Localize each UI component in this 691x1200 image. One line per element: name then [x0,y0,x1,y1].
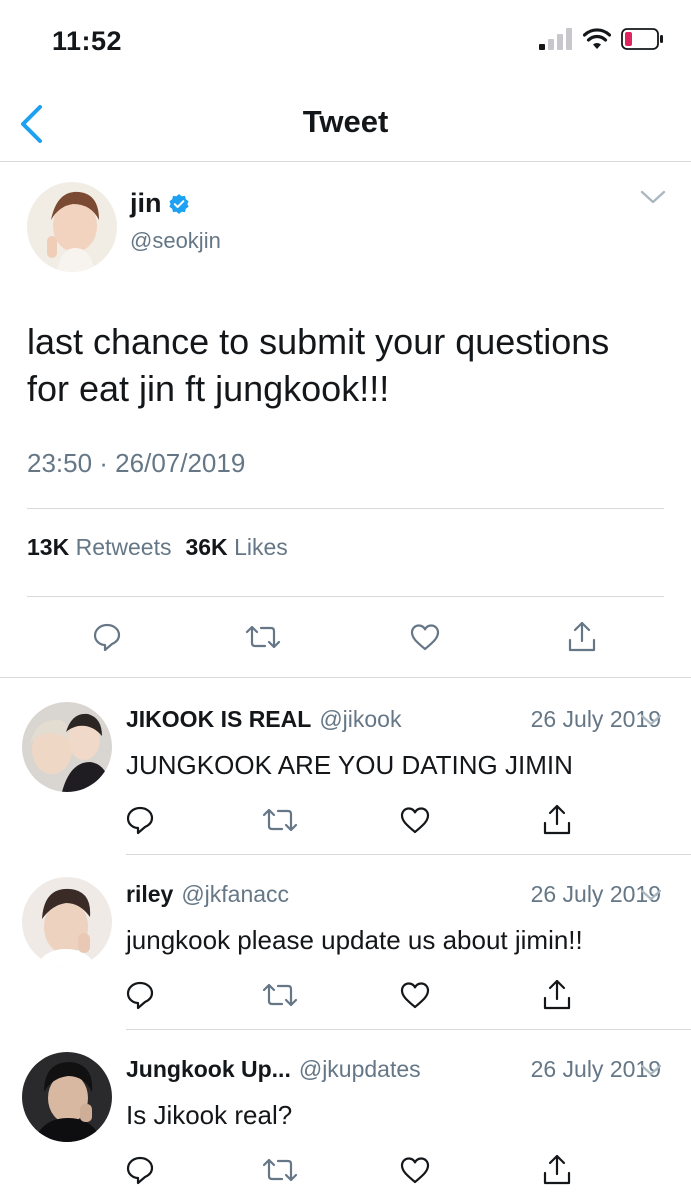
signal-icon [539,28,572,50]
reply-author-handle[interactable]: @jikook [319,706,401,732]
avatar[interactable] [22,1052,112,1142]
reply-button[interactable] [87,617,127,657]
verified-badge-icon [168,193,189,214]
tweet-stats: 13K Retweets 36K Likes [27,534,288,561]
avatar[interactable] [22,877,112,967]
page-title: Tweet [302,104,389,139]
like-button[interactable] [395,1150,435,1190]
tweet-text: last chance to submit your questions for… [27,318,667,412]
status-icons [539,28,663,50]
share-button[interactable] [562,617,602,657]
reply-author-name[interactable]: JIKOOK IS REAL [126,706,311,732]
wifi-icon [583,28,611,49]
like-icon [410,624,440,651]
like-icon [400,1157,430,1184]
likes-count: 36K [185,534,228,560]
tweet-options-button[interactable] [639,712,663,733]
reply-author-handle[interactable]: @jkupdates [299,1056,421,1082]
divider [27,596,664,597]
retweet-icon [262,808,298,832]
tweet-text-line: last chance to submit your questions [27,321,610,362]
retweet-button[interactable] [260,975,300,1015]
author-handle[interactable]: @seokjin [130,228,221,254]
status-bar: 11:52 [0,0,691,88]
reply-author-handle[interactable]: @jkfanacc [181,881,289,907]
reply-action-bar [0,1150,691,1190]
like-button[interactable] [395,975,435,1015]
reply-text: jungkook please update us about jimin!! [126,925,583,955]
avatar[interactable] [27,182,117,272]
main-tweet: jin @seokjin last chance to submit your … [0,162,691,678]
like-icon [400,982,430,1009]
status-time: 11:52 [52,26,123,56]
tweet-text-line: for eat jin ft jungkook!!! [27,368,390,409]
share-icon [543,804,571,835]
tweet-options-button[interactable] [639,188,667,211]
tweet-action-bar [0,617,691,657]
retweets-label: Retweets [75,534,172,560]
divider [27,508,664,509]
retweet-icon [245,625,281,649]
reply-icon [93,623,121,652]
chevron-down-icon [640,1064,662,1076]
reply-button[interactable] [120,975,160,1015]
share-button[interactable] [537,975,577,1015]
reply-author-name[interactable]: riley [126,881,173,907]
chevron-down-icon [640,714,662,726]
retweet-button[interactable] [243,617,283,657]
likes-label: Likes [234,534,288,560]
likes-stat[interactable]: 36K Likes [185,534,287,561]
reply-tweet[interactable]: JIKOOK IS REAL @jikook 26 July 2019 JUNGK… [0,680,691,855]
retweet-icon [262,983,298,1007]
author-name[interactable]: jin [130,188,162,219]
reply-tweet[interactable]: riley @jkfanacc 26 July 2019 jungkook ple… [0,855,691,1030]
retweets-stat[interactable]: 13K Retweets [27,534,171,561]
nav-bar: Tweet [0,88,691,162]
reply-tweet[interactable]: Jungkook Up... @jkupdates 26 July 2019 Is… [0,1030,691,1200]
reply-icon [126,806,154,835]
like-button[interactable] [405,617,445,657]
share-button[interactable] [537,800,577,840]
tweet-options-button[interactable] [639,1062,663,1083]
tweet-timestamp: 23:50 · 26/07/2019 [27,448,246,478]
reply-text: JUNGKOOK ARE YOU DATING JIMIN [126,750,573,780]
reply-action-bar [0,975,691,1015]
reply-author-name[interactable]: Jungkook Up... [126,1056,291,1082]
retweet-button[interactable] [260,800,300,840]
tweet-options-button[interactable] [639,887,663,908]
reply-action-bar [0,800,691,840]
share-button[interactable] [537,1150,577,1190]
chevron-down-icon [640,889,662,901]
chevron-down-icon [640,190,666,204]
share-icon [568,621,596,652]
avatar[interactable] [22,702,112,792]
reply-button[interactable] [120,800,160,840]
like-icon [400,807,430,834]
reply-button[interactable] [120,1150,160,1190]
reply-icon [126,1156,154,1185]
like-button[interactable] [395,800,435,840]
battery-icon [621,28,663,50]
share-icon [543,979,571,1010]
retweet-icon [262,1158,298,1182]
reply-text: Is Jikook real? [126,1100,293,1130]
reply-icon [126,981,154,1010]
retweet-button[interactable] [260,1150,300,1190]
retweets-count: 13K [27,534,70,560]
share-icon [543,1154,571,1185]
author-name-row: jin [130,188,190,219]
